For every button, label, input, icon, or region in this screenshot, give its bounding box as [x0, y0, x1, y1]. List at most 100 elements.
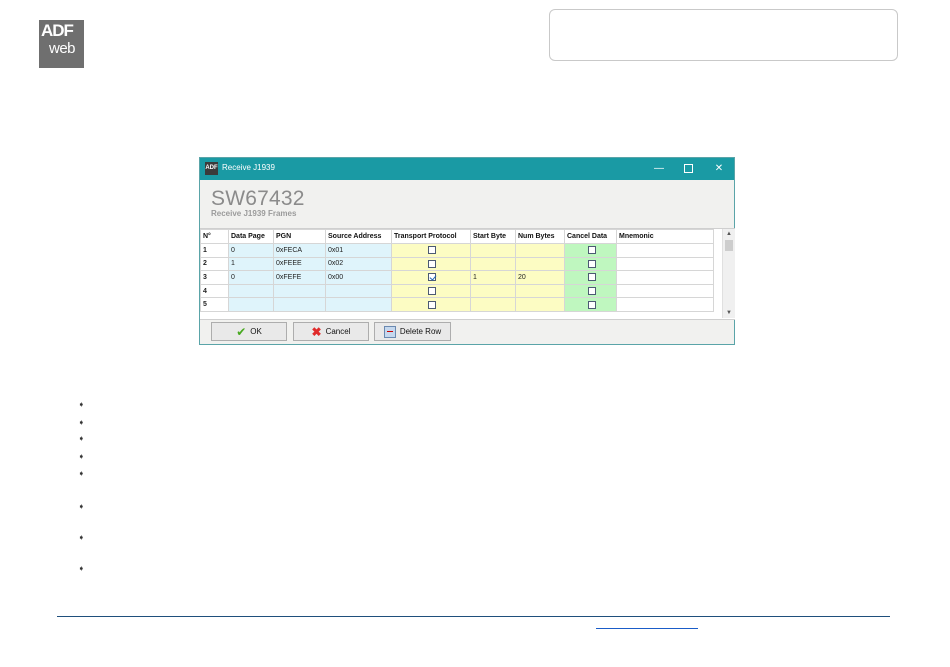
ok-button[interactable]: ✔ OK — [211, 322, 287, 341]
column-header-mnemonic[interactable]: Mnemonic — [616, 229, 714, 244]
num-bytes-cell[interactable] — [515, 297, 565, 312]
source-address-cell[interactable] — [325, 283, 392, 299]
table-row[interactable]: 3 0 0xFEFE 0x00 1 20 — [200, 270, 714, 285]
mnemonic-cell[interactable] — [616, 243, 714, 258]
cancel-data-cell[interactable] — [564, 270, 617, 285]
bullet-icon: ➧ — [78, 502, 85, 511]
adfweb-logo: ADF web — [39, 20, 84, 68]
checkmark-icon: ✔ — [236, 324, 247, 339]
pgn-cell[interactable]: 0xFEFE — [273, 270, 326, 285]
receive-j1939-window: ADF Receive J1939 — ✕ SW67432 Receive J1… — [199, 157, 735, 345]
table-row[interactable]: 5 — [200, 297, 714, 312]
column-header-source-address[interactable]: Source Address — [325, 229, 392, 244]
pgn-cell[interactable]: 0xFEEE — [273, 256, 326, 272]
checkbox[interactable] — [587, 246, 596, 255]
bullet-icon: ➧ — [78, 533, 85, 542]
close-button[interactable]: ✕ — [707, 161, 731, 177]
cancel-data-cell[interactable] — [564, 256, 617, 272]
mnemonic-cell[interactable] — [616, 297, 714, 312]
column-header-num-bytes[interactable]: Num Bytes — [515, 229, 565, 244]
start-byte-cell[interactable] — [470, 297, 516, 312]
mnemonic-cell[interactable] — [616, 256, 714, 272]
window-title: Receive J1939 — [222, 163, 275, 172]
cancel-button[interactable]: ✖ Cancel — [293, 322, 369, 341]
frames-table: N° Data Page PGN Source Address Transpor… — [200, 229, 714, 312]
transport-protocol-cell[interactable] — [391, 256, 471, 272]
row-number-cell[interactable]: 4 — [200, 283, 229, 299]
bullet-icon: ➧ — [78, 452, 85, 461]
column-header-number[interactable]: N° — [200, 229, 229, 244]
scroll-thumb[interactable] — [725, 240, 733, 251]
source-address-cell[interactable]: 0x01 — [325, 243, 392, 258]
num-bytes-cell[interactable]: 20 — [515, 270, 565, 285]
start-byte-cell[interactable] — [470, 283, 516, 299]
table-header-row: N° Data Page PGN Source Address Transpor… — [200, 229, 714, 244]
x-icon: ✖ — [311, 324, 322, 339]
pgn-cell[interactable] — [273, 283, 326, 299]
minimize-button[interactable]: — — [647, 161, 671, 177]
transport-protocol-cell[interactable] — [391, 297, 471, 312]
data-page-cell[interactable]: 0 — [228, 270, 274, 285]
source-address-cell[interactable]: 0x00 — [325, 270, 392, 285]
data-page-cell[interactable] — [228, 297, 274, 312]
row-number-cell[interactable]: 5 — [200, 297, 229, 312]
checkbox[interactable] — [428, 246, 436, 255]
start-byte-cell[interactable] — [470, 243, 516, 258]
source-address-cell[interactable] — [325, 297, 392, 312]
mnemonic-cell[interactable] — [616, 270, 714, 285]
checkbox[interactable] — [428, 259, 436, 268]
num-bytes-cell[interactable] — [515, 243, 565, 258]
checkbox[interactable] — [587, 259, 596, 268]
data-page-cell[interactable]: 1 — [228, 256, 274, 272]
scroll-up-icon[interactable]: ▲ — [723, 229, 735, 239]
transport-protocol-cell[interactable] — [391, 270, 471, 285]
checkbox[interactable] — [587, 287, 596, 296]
num-bytes-cell[interactable] — [515, 256, 565, 272]
bullet-icon: ➧ — [78, 400, 85, 409]
data-page-cell[interactable]: 0 — [228, 243, 274, 258]
button-bar: ✔ OK ✖ Cancel Delete Row — [200, 320, 735, 344]
column-header-cancel-data[interactable]: Cancel Data — [564, 229, 617, 244]
data-page-cell[interactable] — [228, 283, 274, 299]
maximize-button[interactable] — [676, 161, 700, 177]
column-header-transport-protocol[interactable]: Transport Protocol — [391, 229, 471, 244]
cancel-data-cell[interactable] — [564, 297, 617, 312]
scroll-down-icon[interactable]: ▼ — [723, 308, 735, 318]
transport-protocol-cell[interactable] — [391, 243, 471, 258]
row-number-cell[interactable]: 1 — [200, 243, 229, 258]
cancel-data-cell[interactable] — [564, 283, 617, 299]
table-row[interactable]: 2 1 0xFEEE 0x02 — [200, 256, 714, 272]
table-row[interactable]: 1 0 0xFECA 0x01 — [200, 243, 714, 258]
mnemonic-cell[interactable] — [616, 283, 714, 299]
start-byte-cell[interactable]: 1 — [470, 270, 516, 285]
num-bytes-cell[interactable] — [515, 283, 565, 299]
frames-grid: N° Data Page PGN Source Address Transpor… — [200, 228, 735, 320]
transport-protocol-cell[interactable] — [391, 283, 471, 299]
checkbox[interactable] — [428, 287, 436, 296]
bullet-icon: ➧ — [78, 564, 85, 573]
header-box — [549, 9, 898, 61]
ok-label: OK — [250, 327, 262, 336]
checkbox[interactable] — [587, 273, 596, 282]
delete-row-button[interactable]: Delete Row — [374, 322, 451, 341]
logo-text-adf: ADF — [41, 21, 74, 40]
checkbox[interactable] — [428, 273, 436, 282]
maximize-icon — [683, 163, 693, 173]
pgn-cell[interactable] — [273, 297, 326, 312]
column-header-data-page[interactable]: Data Page — [228, 229, 274, 244]
checkbox[interactable] — [587, 300, 596, 309]
start-byte-cell[interactable] — [470, 256, 516, 272]
vertical-scrollbar[interactable]: ▲ ▼ — [722, 229, 735, 318]
window-titlebar: ADF Receive J1939 — ✕ — [200, 158, 734, 180]
cancel-data-cell[interactable] — [564, 243, 617, 258]
table-row[interactable]: 4 — [200, 283, 714, 299]
source-address-cell[interactable]: 0x02 — [325, 256, 392, 272]
row-number-cell[interactable]: 3 — [200, 270, 229, 285]
column-header-start-byte[interactable]: Start Byte — [470, 229, 516, 244]
checkbox[interactable] — [428, 300, 436, 309]
pgn-cell[interactable]: 0xFECA — [273, 243, 326, 258]
footer-link[interactable] — [596, 628, 698, 629]
row-number-cell[interactable]: 2 — [200, 256, 229, 272]
delete-row-label: Delete Row — [399, 327, 442, 336]
column-header-pgn[interactable]: PGN — [273, 229, 326, 244]
